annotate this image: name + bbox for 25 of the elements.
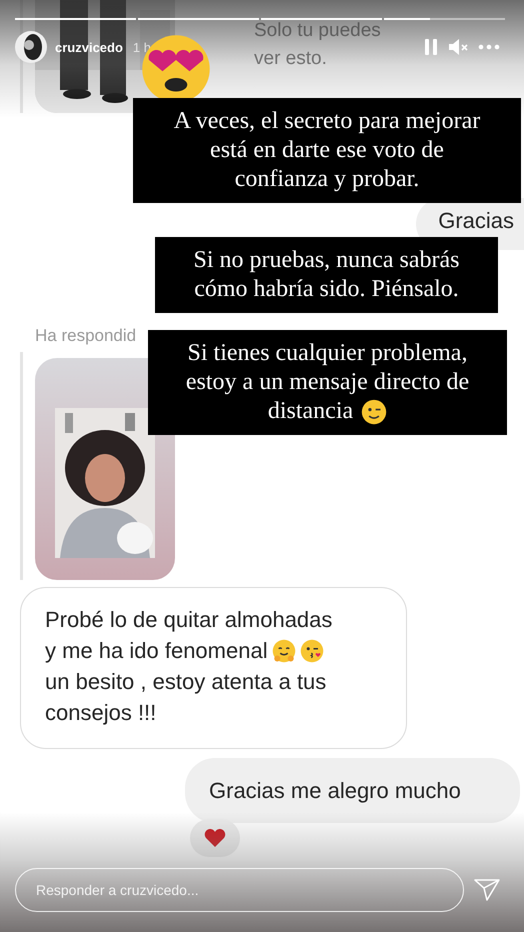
- caption-text: cómo habría sido. Piénsalo.: [194, 275, 459, 304]
- caption-text: estoy a un mensaje directo de: [186, 368, 470, 397]
- private-note-text: ver esto.: [254, 47, 328, 71]
- private-note-text: Solo tu puedes: [254, 19, 381, 43]
- pause-icon[interactable]: [424, 38, 438, 56]
- caption-text: Si tienes cualquier problema,: [188, 339, 468, 368]
- reply-note: Ha respondid: [35, 326, 138, 347]
- message-text: un besito , estoy atenta a tus: [45, 668, 326, 696]
- kissing-face-icon: [300, 638, 324, 662]
- hugging-face-icon: [272, 638, 296, 662]
- more-icon[interactable]: [478, 44, 500, 50]
- send-icon[interactable]: [474, 878, 500, 902]
- heart-icon: [204, 828, 226, 848]
- message-bubble: Gracias me alegro mucho: [185, 758, 520, 823]
- caption-text: confianza y probar.: [234, 165, 420, 194]
- message-text: y me ha ido fenomenal: [45, 637, 268, 665]
- message-text: consejos !!!: [45, 699, 156, 727]
- caption-text: A veces, el secreto para mejorar: [174, 107, 480, 136]
- caption-text: está en darte ese voto de: [210, 136, 444, 165]
- caption-text: distancia: [268, 397, 354, 426]
- mute-icon[interactable]: [448, 38, 468, 56]
- winking-face-icon: [361, 398, 388, 424]
- username[interactable]: cruzvicedo: [55, 40, 123, 54]
- reply-field[interactable]: Responder a cruzvicedo...: [15, 868, 464, 912]
- message-text: Probé lo de quitar almohadas: [45, 606, 332, 634]
